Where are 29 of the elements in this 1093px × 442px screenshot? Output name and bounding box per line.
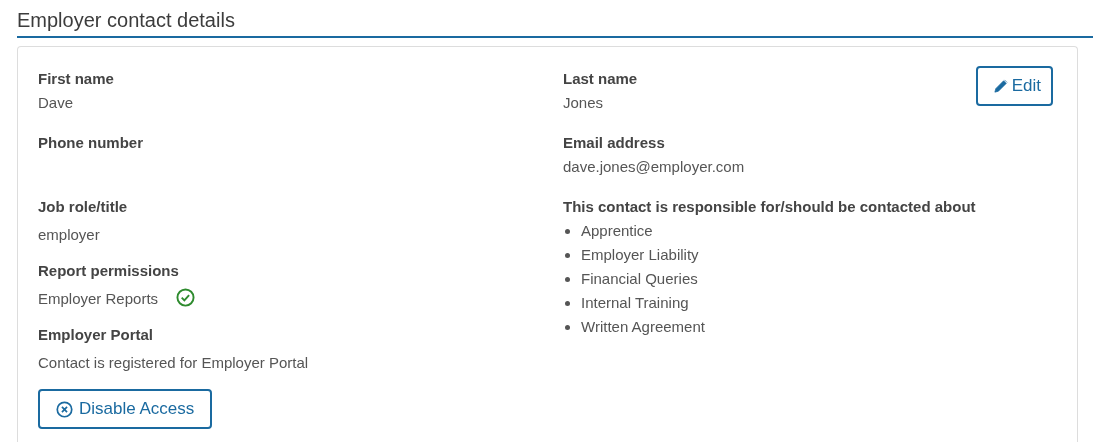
field-label: Job role/title [38,197,128,217]
bullet-icon [565,324,570,330]
field-label: Email address [563,133,665,153]
field-label: Report permissions [38,261,179,281]
bullet-icon [565,276,570,282]
field-value: dave.jones@employer.com [563,157,745,177]
bullet-icon [565,300,570,306]
edit-button[interactable]: Edit [975,66,1053,106]
list-item: Internal Training [581,293,689,313]
field-value: Dave [38,93,74,113]
list-item: Written Agreement [581,317,705,337]
field-label: This contact is responsible for/should be contacted about [563,197,976,217]
list-item: Financial Queries [581,269,698,289]
field-value: employer [38,225,100,245]
field-label: Phone number [38,133,143,153]
field-label: Last name [563,69,638,89]
bullet-icon [565,228,570,234]
list-item: Apprentice [581,221,653,241]
list-item: Employer Liability [581,245,699,265]
field-label: Employer Portal [38,325,154,345]
disable-access-button[interactable]: Disable Access [38,389,213,429]
pencil-icon [993,79,1008,93]
bullet-icon [565,252,570,258]
field-value: Employer Reports [38,289,159,309]
field-value: Jones [563,93,604,113]
close-circle-icon [56,400,73,418]
field-value: Contact is registered for Employer Portal [38,353,309,373]
section-heading: Employer contact details [17,0,1093,38]
field-label: First name [38,69,114,89]
